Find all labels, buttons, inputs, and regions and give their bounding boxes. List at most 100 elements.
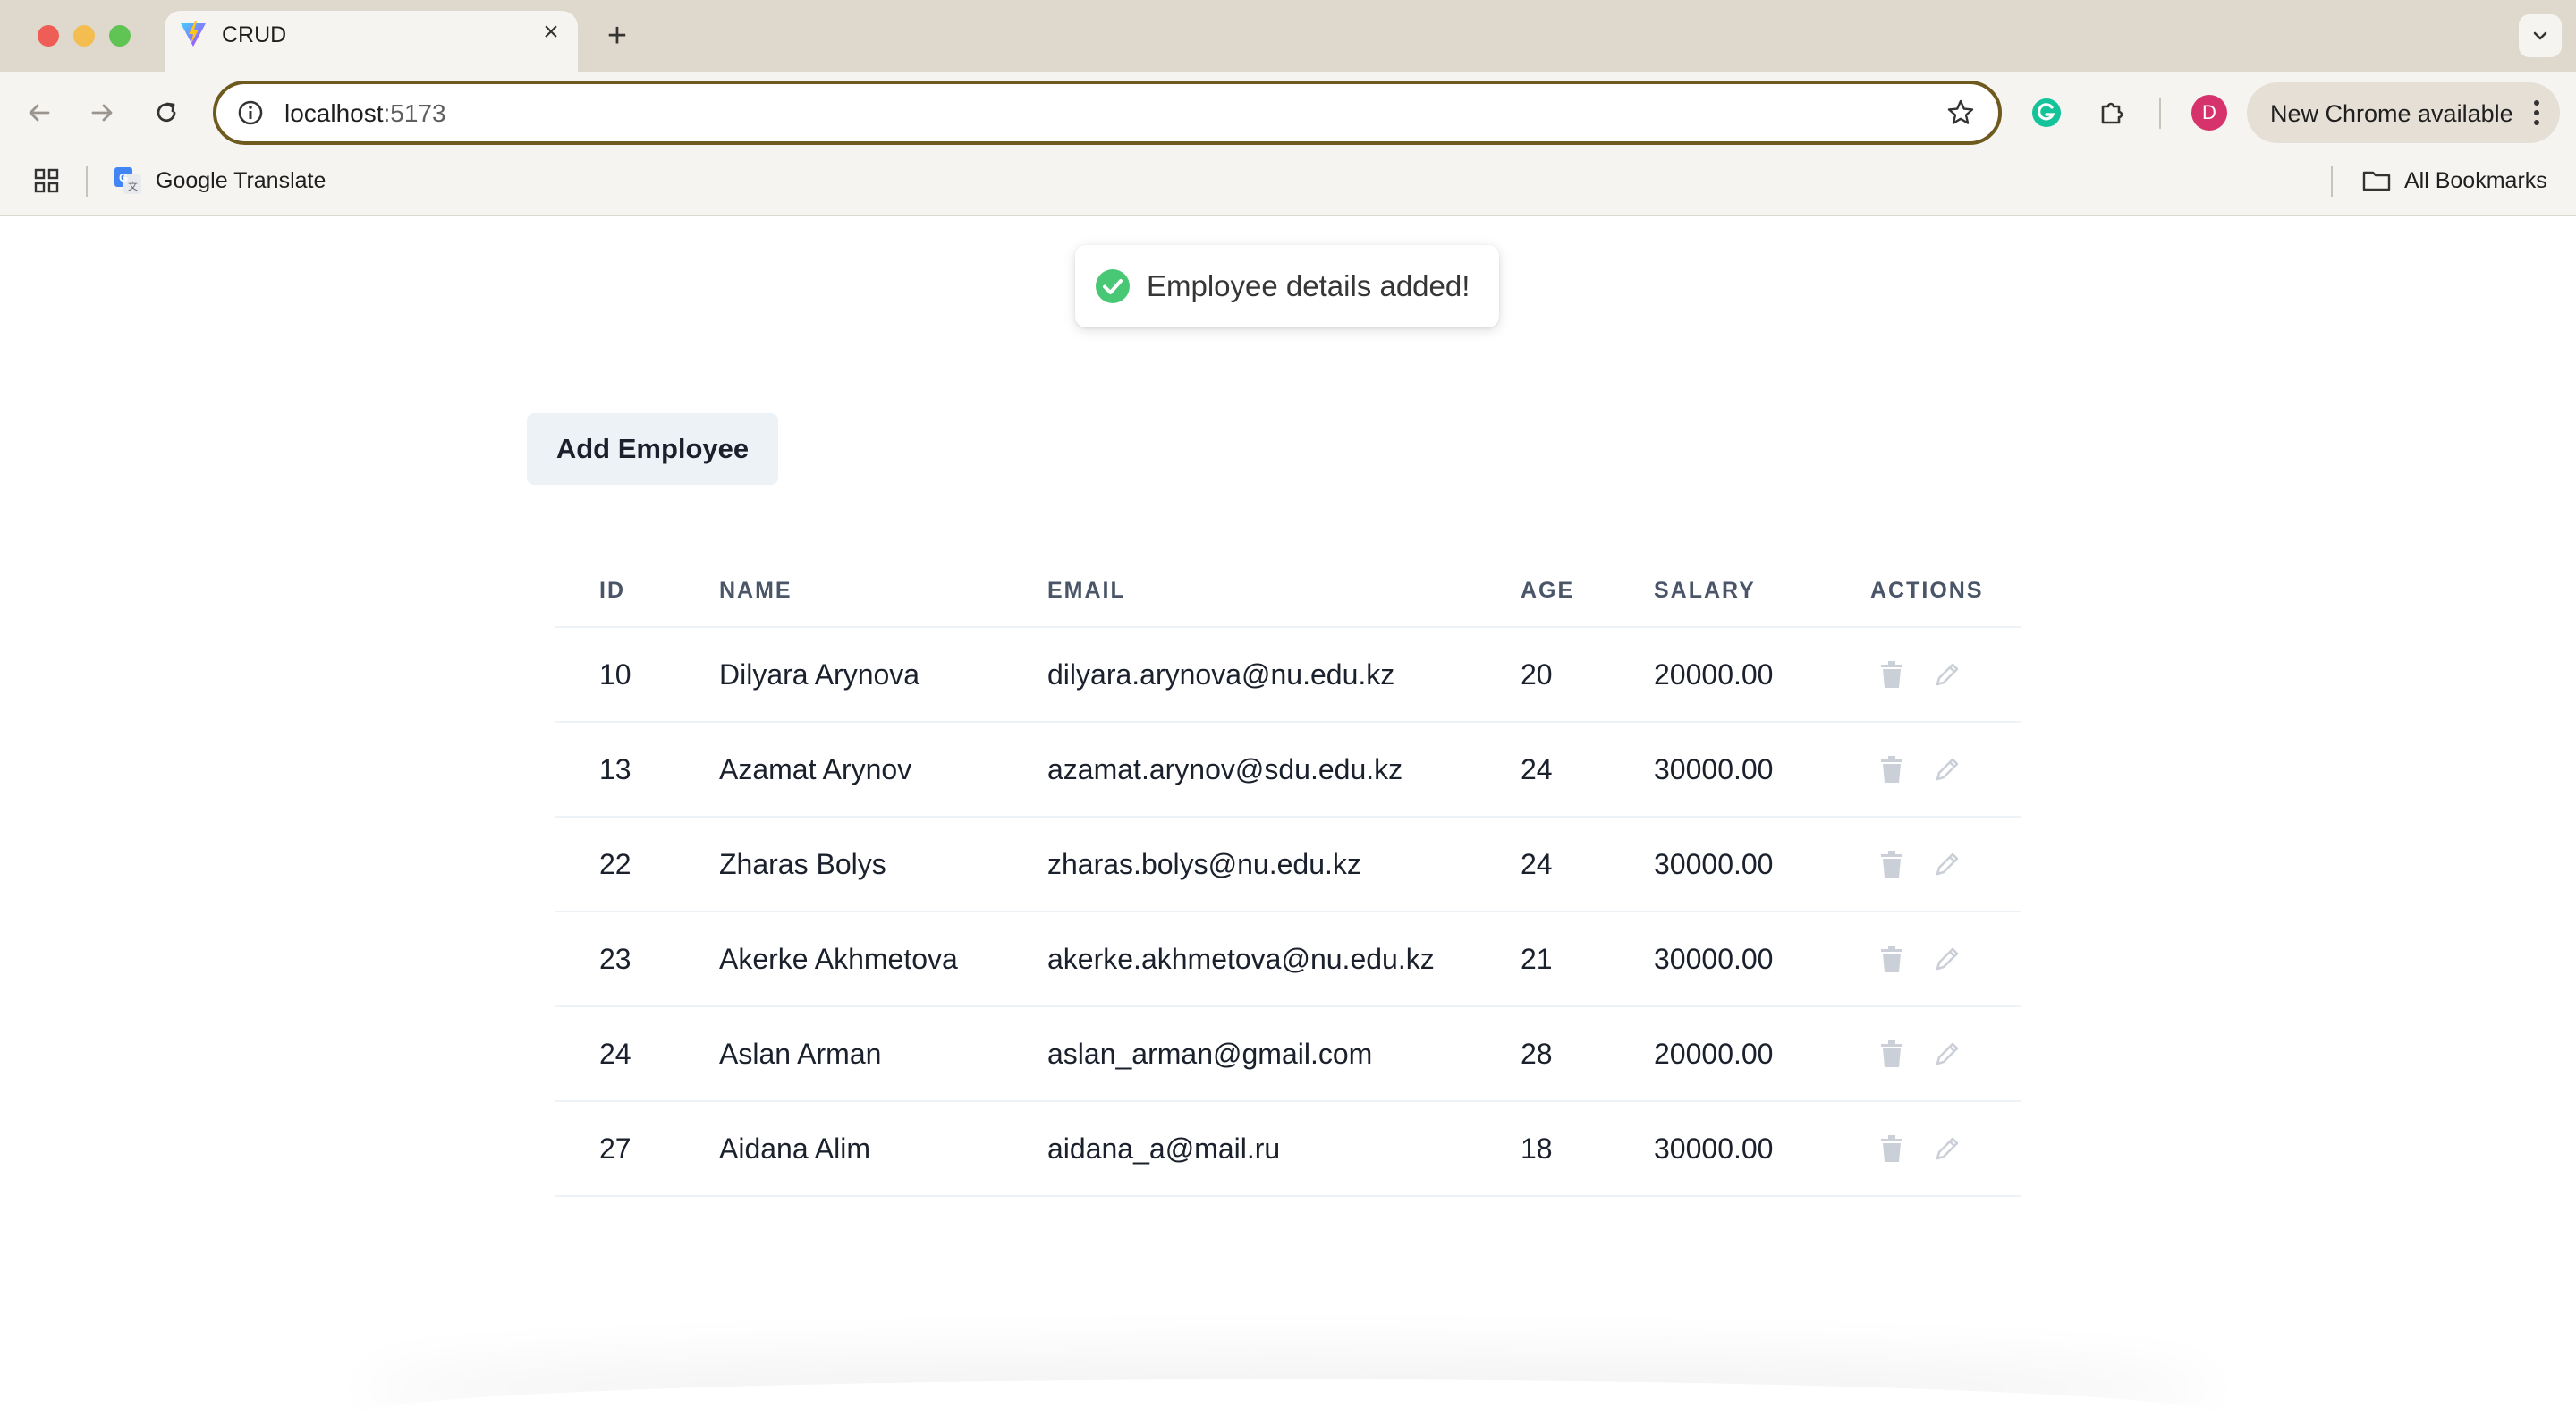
cell-salary: 20000.00: [1654, 657, 1774, 691]
pencil-icon[interactable]: [1931, 1038, 1963, 1070]
bookmarks-bar: G 文 Google Translate All Bookmarks: [0, 154, 2576, 216]
cell-actions: [1870, 658, 2021, 691]
cell-actions: [1870, 753, 2021, 785]
employee-table: ID NAME EMAIL AGE SALARY ACTIONS 10 Dily…: [555, 555, 2021, 1197]
cell-id: 24: [599, 1037, 631, 1070]
bookmark-google-translate[interactable]: G 文 Google Translate: [113, 163, 326, 199]
update-chrome-label: New Chrome available: [2270, 100, 2513, 127]
profile-avatar[interactable]: D: [2191, 95, 2227, 131]
chevron-down-icon: [2533, 31, 2547, 40]
cell-name: Zharas Bolys: [719, 847, 886, 880]
bookmarks-divider: [86, 166, 88, 197]
cell-age: 21: [1521, 942, 1553, 975]
pencil-icon[interactable]: [1931, 658, 1963, 691]
table-header: ID NAME EMAIL AGE SALARY ACTIONS: [555, 555, 2021, 628]
add-employee-button[interactable]: Add Employee: [527, 413, 778, 485]
cell-salary: 30000.00: [1654, 1132, 1774, 1165]
cell-age: 28: [1521, 1037, 1553, 1070]
browser-toolbar: localhost:5173 D New Chrome available: [0, 72, 2576, 154]
pencil-icon[interactable]: [1931, 848, 1963, 880]
trash-icon[interactable]: [1876, 848, 1908, 880]
cell-age: 20: [1521, 657, 1553, 691]
tab-title: CRUD: [222, 22, 287, 47]
svg-text:G: G: [119, 171, 128, 184]
toolbar-divider: [2159, 98, 2161, 129]
cell-email: aslan_arman@gmail.com: [1047, 1037, 1373, 1070]
apps-grid-icon[interactable]: [32, 166, 61, 195]
vite-icon: [181, 21, 206, 47]
extensions-button[interactable]: [2093, 93, 2132, 132]
cell-id: 13: [599, 752, 631, 785]
new-tab-icon[interactable]: +: [599, 17, 635, 55]
column-header-age: AGE: [1521, 577, 1575, 603]
maximize-window-button[interactable]: [109, 25, 131, 47]
cell-age: 24: [1521, 752, 1553, 785]
cell-salary: 30000.00: [1654, 752, 1774, 785]
cell-id: 23: [599, 942, 631, 975]
back-button[interactable]: [20, 93, 59, 132]
tab-close-icon[interactable]: ×: [537, 17, 565, 47]
column-header-actions: ACTIONS: [1870, 577, 1984, 603]
pencil-icon[interactable]: [1931, 753, 1963, 785]
cell-email: zharas.bolys@nu.edu.kz: [1047, 847, 1361, 880]
cell-actions: [1870, 848, 2021, 880]
folder-icon: [2362, 171, 2391, 191]
cell-name: Akerke Akhmetova: [719, 942, 958, 975]
check-circle-icon: [1096, 269, 1130, 303]
more-vertical-icon[interactable]: [2531, 98, 2542, 127]
trash-icon[interactable]: [1876, 943, 1908, 975]
forward-button[interactable]: [82, 93, 122, 132]
grammarly-icon: [2032, 98, 2061, 127]
success-toast: Employee details added!: [1075, 245, 1499, 327]
reload-button[interactable]: [147, 93, 186, 132]
bookmark-label: Google Translate: [156, 167, 326, 193]
page-bottom-shadow: [358, 1379, 2218, 1425]
cell-salary: 30000.00: [1654, 847, 1774, 880]
site-info-icon[interactable]: [234, 97, 267, 129]
pencil-icon[interactable]: [1931, 943, 1963, 975]
address-bar[interactable]: localhost:5173: [213, 81, 2002, 145]
toast-message: Employee details added!: [1147, 269, 1470, 302]
cell-email: aidana_a@mail.ru: [1047, 1132, 1281, 1165]
cell-salary: 30000.00: [1654, 942, 1774, 975]
cell-actions: [1870, 943, 2021, 975]
cell-id: 22: [599, 847, 631, 880]
tab-search-button[interactable]: [2519, 14, 2562, 57]
cell-email: akerke.akhmetova@nu.edu.kz: [1047, 942, 1435, 975]
cell-age: 24: [1521, 847, 1553, 880]
bookmark-star-icon[interactable]: [1945, 97, 1977, 129]
arrow-left-icon: [29, 104, 50, 122]
cell-email: azamat.arynov@sdu.edu.kz: [1047, 752, 1403, 785]
trash-icon[interactable]: [1876, 658, 1908, 691]
page-viewport: Employee details added! Add Employee ID …: [0, 216, 2576, 1425]
cell-id: 10: [599, 657, 631, 691]
cell-name: Azamat Arynov: [719, 752, 912, 785]
google-translate-icon: G 文: [114, 167, 141, 194]
close-window-button[interactable]: [38, 25, 59, 47]
arrow-right-icon: [91, 104, 113, 122]
grammarly-extension-button[interactable]: [2027, 93, 2066, 132]
column-header-salary: SALARY: [1654, 577, 1756, 603]
all-bookmarks-button[interactable]: All Bookmarks: [2361, 163, 2547, 199]
column-header-id: ID: [599, 577, 625, 603]
trash-icon[interactable]: [1876, 1132, 1908, 1165]
minimize-window-button[interactable]: [73, 25, 95, 47]
cell-id: 27: [599, 1132, 631, 1165]
update-chrome-button[interactable]: New Chrome available: [2247, 82, 2560, 143]
bookmarks-divider-right: [2331, 166, 2333, 197]
all-bookmarks-label: All Bookmarks: [2404, 167, 2547, 193]
svg-text:文: 文: [128, 180, 138, 192]
trash-icon[interactable]: [1876, 753, 1908, 785]
table-row: 24 Aslan Arman aslan_arman@gmail.com 28 …: [555, 1007, 2021, 1102]
pencil-icon[interactable]: [1931, 1132, 1963, 1165]
reload-icon: [157, 102, 176, 123]
cell-name: Dilyara Arynova: [719, 657, 920, 691]
trash-icon[interactable]: [1876, 1038, 1908, 1070]
url-text: localhost:5173: [284, 99, 446, 128]
cell-salary: 20000.00: [1654, 1037, 1774, 1070]
table-row: 23 Akerke Akhmetova akerke.akhmetova@nu.…: [555, 912, 2021, 1007]
url-port: :5173: [383, 99, 446, 127]
cell-actions: [1870, 1038, 2021, 1070]
puzzle-icon: [2101, 102, 2123, 124]
column-header-email: EMAIL: [1047, 577, 1126, 603]
